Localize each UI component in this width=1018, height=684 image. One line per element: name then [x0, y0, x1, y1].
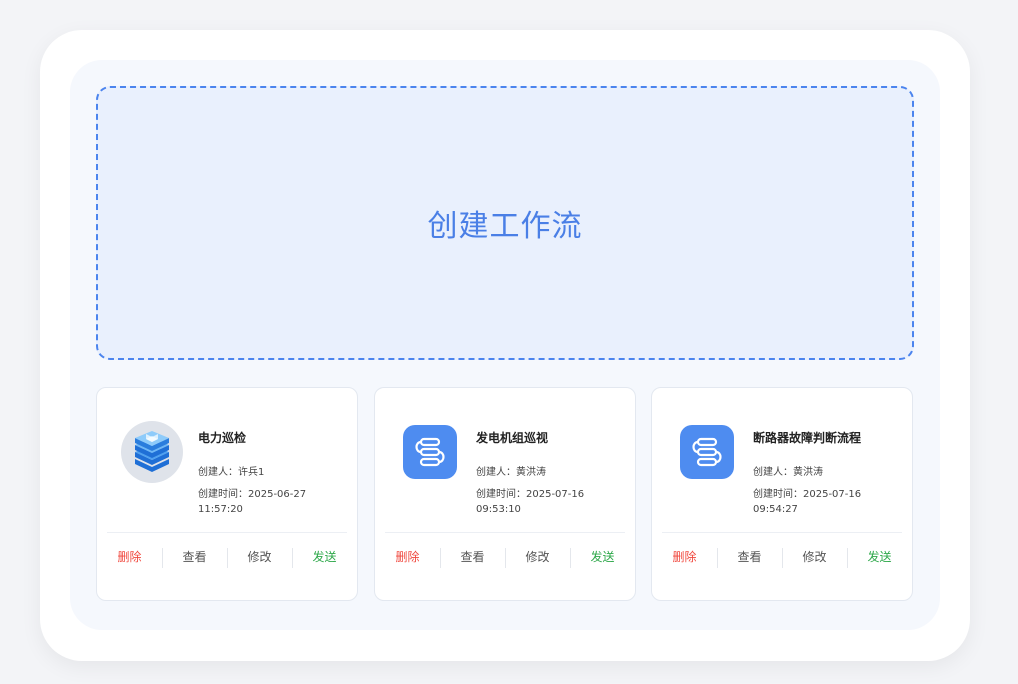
send-button[interactable]: 发送 — [570, 547, 635, 568]
workflow-created-time: 创建时间：2025-06-27 11:57:20 — [198, 487, 348, 517]
delete-button[interactable]: 删除 — [652, 548, 717, 565]
card-actions: 删除 查看 修改 发送 — [375, 545, 635, 568]
time-label: 创建时间： — [476, 489, 526, 500]
creator-name: 黄洪涛 — [793, 467, 823, 478]
creator-name: 黄洪涛 — [516, 467, 546, 478]
delete-button[interactable]: 删除 — [97, 548, 162, 565]
workflow-card: 断路器故障判断流程 创建人：黄洪涛 创建时间：2025-07-16 09:54:… — [651, 387, 913, 601]
time-label: 创建时间： — [198, 489, 248, 500]
server-stack-icon — [120, 420, 184, 484]
send-button[interactable]: 发送 — [292, 547, 357, 568]
workflow-created-time: 创建时间：2025-07-16 09:53:10 — [476, 487, 626, 517]
card-actions: 删除 查看 修改 发送 — [97, 545, 357, 568]
create-workflow-button[interactable]: 创建工作流 — [96, 86, 914, 360]
edit-button[interactable]: 修改 — [782, 547, 847, 568]
create-workflow-label: 创建工作流 — [427, 209, 583, 244]
workflow-card: 电力巡检 创建人：许兵1 创建时间：2025-06-27 11:57:20 删除… — [96, 387, 358, 601]
workflow-title: 断路器故障判断流程 — [753, 431, 862, 445]
workflow-creator: 创建人：黄洪涛 — [476, 463, 546, 478]
send-button[interactable]: 发送 — [847, 547, 912, 568]
view-button[interactable]: 查看 — [162, 547, 227, 568]
delete-button[interactable]: 删除 — [375, 548, 440, 565]
workflow-title: 发电机组巡视 — [476, 431, 549, 445]
card-actions: 删除 查看 修改 发送 — [652, 545, 912, 568]
creator-label: 创建人： — [476, 467, 516, 478]
card-divider — [107, 532, 347, 533]
workflow-creator: 创建人：许兵1 — [198, 463, 264, 478]
edit-button[interactable]: 修改 — [505, 547, 570, 568]
creator-name: 许兵1 — [238, 467, 265, 478]
card-divider — [662, 532, 902, 533]
workflow-panel-inner: 创建工作流 电力巡检 创建人：许兵1 创建时间：2025-06-27 11:57… — [70, 60, 940, 630]
edit-button[interactable]: 修改 — [227, 547, 292, 568]
workflow-title: 电力巡检 — [198, 431, 247, 445]
creator-label: 创建人： — [198, 467, 238, 478]
workflow-panel: 创建工作流 电力巡检 创建人：许兵1 创建时间：2025-06-27 11:57… — [40, 30, 970, 661]
workflow-creator: 创建人：黄洪涛 — [753, 463, 823, 478]
view-button[interactable]: 查看 — [717, 547, 782, 568]
view-button[interactable]: 查看 — [440, 547, 505, 568]
workflow-card: 发电机组巡视 创建人：黄洪涛 创建时间：2025-07-16 09:53:10 … — [374, 387, 636, 601]
time-label: 创建时间： — [753, 489, 803, 500]
workflow-created-time: 创建时间：2025-07-16 09:54:27 — [753, 487, 903, 517]
creator-label: 创建人： — [753, 467, 793, 478]
workflow-app-icon — [680, 425, 734, 479]
workflow-app-icon — [403, 425, 457, 479]
card-divider — [385, 532, 625, 533]
